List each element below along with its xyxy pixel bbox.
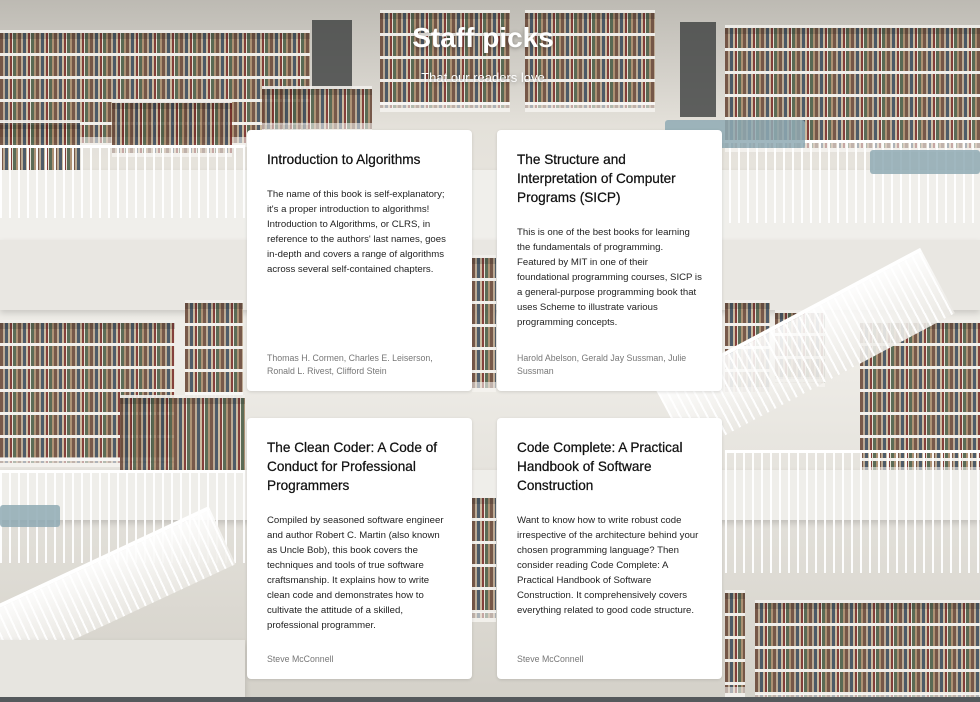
book-description: Want to know how to write robust code ir… [517, 515, 699, 616]
book-card: The Clean Coder: A Code of Conduct for P… [247, 418, 472, 679]
book-authors: Steve McConnell [267, 654, 334, 664]
book-authors: Harold Abelson, Gerald Jay Sussman, Juli… [517, 353, 687, 376]
book-card: The Structure and Interpretation of Comp… [497, 130, 722, 391]
page-title: Staff picks [412, 22, 554, 53]
book-card: Code Complete: A Practical Handbook of S… [497, 418, 722, 679]
book-card: Introduction to Algorithms The name of t… [247, 130, 472, 391]
book-title: The Structure and Interpretation of Comp… [517, 152, 676, 205]
book-authors: Steve McConnell [517, 654, 584, 664]
section-header: Staff picks That our readers love [0, 20, 966, 86]
book-authors: Thomas H. Cormen, Charles E. Leiserson, … [267, 353, 433, 376]
book-title: The Clean Coder: A Code of Conduct for P… [267, 440, 438, 493]
book-description: Compiled by seasoned software engineer a… [267, 515, 444, 631]
book-description: This is one of the best books for learni… [517, 227, 702, 328]
page-subtitle: That our readers love [421, 70, 545, 85]
book-title: Introduction to Algorithms [267, 152, 421, 167]
bottom-divider [0, 697, 980, 702]
library-background-image [0, 0, 980, 702]
book-description: The name of this book is self-explanator… [267, 189, 446, 275]
book-title: Code Complete: A Practical Handbook of S… [517, 440, 683, 493]
